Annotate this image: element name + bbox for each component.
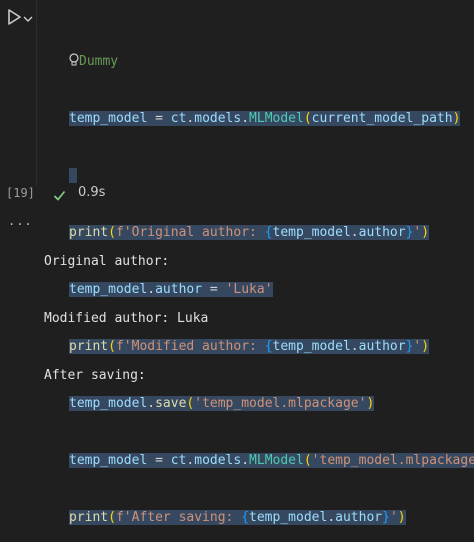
code-line-8: temp_model = ct.models.MLModel('temp_mod… xyxy=(69,451,474,470)
code-token: f'After saving: xyxy=(115,510,242,525)
code-line-1: Dummy xyxy=(69,52,474,71)
code-token: ( xyxy=(108,510,116,525)
run-cell-button[interactable] xyxy=(5,8,23,26)
code-token: } xyxy=(405,339,414,354)
code-token: current_model_path xyxy=(311,111,453,126)
code-token: ) xyxy=(452,111,461,126)
run-options-button[interactable] xyxy=(22,10,34,22)
code-token: { xyxy=(241,510,250,525)
code-token: . xyxy=(327,510,336,525)
code-token: temp_model xyxy=(69,111,148,126)
code-token: ct xyxy=(170,111,187,126)
code-token: . xyxy=(241,453,250,468)
code-token: ' xyxy=(389,510,398,525)
code-token: . xyxy=(241,111,250,126)
output-line: Modified author: Luka xyxy=(44,311,209,326)
code-token: temp_model xyxy=(249,510,328,525)
output-line: After saving: xyxy=(44,368,146,383)
code-token: temp_model xyxy=(272,339,351,354)
code-token: models xyxy=(194,111,242,126)
code-token: ) xyxy=(421,339,430,354)
check-icon xyxy=(53,187,66,201)
code-token: author xyxy=(358,225,406,240)
code-token: ( xyxy=(303,111,312,126)
code-token: ( xyxy=(303,453,312,468)
code-token: author xyxy=(335,510,383,525)
code-token: ct xyxy=(170,453,187,468)
execution-count: [19] xyxy=(6,186,35,200)
code-token: ) xyxy=(397,510,406,525)
code-token: . xyxy=(186,453,195,468)
code-token: author xyxy=(358,339,406,354)
code-token: models xyxy=(194,453,242,468)
code-token: . xyxy=(350,339,359,354)
code-token: print xyxy=(69,510,109,525)
code-line-2: temp_model = ct.models.MLModel(current_m… xyxy=(69,109,474,128)
code-token: MLModel xyxy=(249,111,304,126)
play-icon xyxy=(8,9,21,25)
code-token: . xyxy=(350,225,359,240)
code-token: 'temp_model.mlpackage' xyxy=(311,453,474,468)
code-token: { xyxy=(264,339,273,354)
lightbulb-icon[interactable] xyxy=(69,53,79,67)
code-token: = xyxy=(147,111,171,126)
output-line: Original author: xyxy=(44,254,170,269)
cell-output: Original author: Modified author: Luka A… xyxy=(44,214,208,404)
code-token: 'Luka' xyxy=(225,282,273,297)
code-token: 'temp_model.mlpackage' xyxy=(194,396,367,411)
code-token: ) xyxy=(366,396,375,411)
code-comment: Dummy xyxy=(79,54,119,69)
code-token: temp_model xyxy=(69,453,148,468)
code-token: ) xyxy=(421,225,430,240)
chevron-down-icon xyxy=(23,16,33,22)
output-more-actions-button[interactable]: ... xyxy=(8,214,33,228)
code-token: = xyxy=(147,453,171,468)
code-token: temp_model xyxy=(272,225,351,240)
execution-duration: 0.9s xyxy=(78,185,106,200)
code-line-3 xyxy=(69,166,474,185)
code-token: MLModel xyxy=(249,453,304,468)
code-token: ' xyxy=(413,339,422,354)
code-token: { xyxy=(264,225,273,240)
code-token: } xyxy=(382,510,390,525)
code-line-9: print(f'After saving: {temp_model.author… xyxy=(69,508,474,527)
